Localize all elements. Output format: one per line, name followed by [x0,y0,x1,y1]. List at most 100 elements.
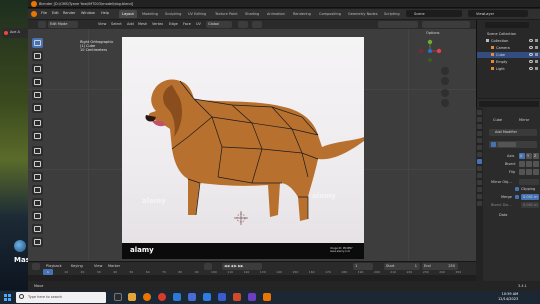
outliner-item[interactable]: Collection [477,38,540,44]
desktop-window-tab[interactable]: Ace A [2,28,28,38]
render-camera-icon[interactable] [535,67,538,70]
task-view-icon[interactable] [114,293,122,301]
tab-modeling[interactable]: Modeling [139,10,161,18]
outliner-search-input[interactable] [485,22,529,28]
edge-icon[interactable] [173,293,181,301]
menu-edit[interactable]: Edit [52,11,59,15]
camera-view-icon[interactable] [441,89,449,97]
blender-open-icon[interactable] [263,293,271,301]
menu-face[interactable]: Face [183,22,191,26]
properties-search-input[interactable] [479,101,539,107]
menu-mesh[interactable]: Mesh [138,22,147,26]
start-frame-field[interactable]: Start 1 [384,263,420,270]
tab-animation[interactable]: Animation [264,10,288,18]
menu-uv[interactable]: UV [196,22,201,26]
3d-cursor-icon[interactable] [234,211,248,225]
tab-uv-editing[interactable]: UV Editing [185,10,209,18]
scene-selector[interactable]: Scene [406,10,462,17]
render-camera-icon[interactable] [535,53,538,56]
cursor-tool[interactable] [32,51,43,61]
modifier-tab-icon[interactable] [477,159,482,164]
menu-file[interactable]: File [41,11,47,15]
render-camera-icon[interactable] [535,39,538,42]
navigation-gizmo[interactable] [418,39,442,63]
merge-checkbox[interactable] [515,195,519,199]
particles-tab-icon[interactable] [477,166,482,171]
transform-tool[interactable] [32,103,43,113]
tool-tab-icon[interactable] [477,110,482,115]
inset-tool[interactable] [32,172,43,182]
taskbar-search-input[interactable]: Type here to search [16,292,106,303]
3d-viewport[interactable]: alamy alamy alamy Image ID: PR4PNY www.a… [28,29,476,261]
bisect-z-toggle[interactable] [533,161,539,167]
end-frame-field[interactable]: End 250 [422,263,458,270]
menu-view[interactable]: View [98,22,106,26]
overlay-buttons[interactable] [378,21,418,28]
menu-select[interactable]: Select [111,22,122,26]
menu-help[interactable]: Help [101,11,109,15]
view-layer-tab-icon[interactable] [477,131,482,136]
menu-keying[interactable]: Keying [71,264,83,268]
zoom-icon[interactable] [441,67,449,75]
menu-add[interactable]: Add [127,22,134,26]
object-tab-icon[interactable] [477,152,482,157]
menu-view-timeline[interactable]: View [94,264,102,268]
outliner-item[interactable]: Empty [477,59,540,65]
editor-type-button[interactable] [38,21,46,28]
outliner-item[interactable]: Cube [477,52,540,58]
visibility-eye-icon[interactable] [529,39,533,42]
scene-tab-icon[interactable] [477,138,482,143]
tab-rendering[interactable]: Rendering [290,10,314,18]
outliner-item[interactable]: Light [477,66,540,72]
tab-compositing[interactable]: Compositing [316,10,344,18]
visibility-eye-icon[interactable] [529,67,533,70]
powerpoint-icon[interactable] [233,293,241,301]
render-camera-icon[interactable] [535,60,538,63]
knife-tool[interactable] [32,211,43,221]
select-box-tool[interactable] [32,38,43,48]
rotate-tool[interactable] [32,77,43,87]
menu-render[interactable]: Render [63,11,75,15]
mirror-object-field[interactable] [519,179,539,185]
menu-vertex[interactable]: Vertex [152,22,163,26]
pan-hand-icon[interactable] [441,77,449,85]
modifier-name-field[interactable] [498,142,516,147]
app-icon[interactable] [248,293,256,301]
modifier-panel-header[interactable] [489,141,537,148]
playhead[interactable]: 1 [43,269,53,275]
output-tab-icon[interactable] [477,124,482,129]
timeline-editor-type[interactable] [32,263,40,270]
file-explorer-icon[interactable] [128,293,136,301]
flip-x-toggle[interactable] [519,169,525,175]
visibility-eye-icon[interactable] [529,60,533,63]
poly-build-tool[interactable] [32,224,43,234]
axis-z-toggle[interactable]: Z [533,153,539,159]
tab-layout[interactable]: Layout [119,10,137,18]
axis-y-toggle[interactable]: Y [526,153,532,159]
render-camera-icon[interactable] [535,46,538,49]
view-layer-selector[interactable]: ViewLayer [468,10,528,17]
record-button[interactable] [204,263,212,270]
mode-dropdown[interactable]: Edit Mode [48,21,78,28]
spin-tool[interactable] [32,237,43,247]
flip-y-toggle[interactable] [526,169,532,175]
tab-geometry-nodes[interactable]: Geometry Nodes [345,10,381,18]
bisect-distance-field[interactable]: 0.001 m [521,202,539,208]
data-subpanel[interactable]: Data [499,213,507,217]
add-cube-tool[interactable] [32,146,43,156]
orientation-dropdown[interactable]: Global [206,21,232,28]
snap-toggle[interactable] [238,21,248,28]
playback-controls[interactable]: ◀◀ ◀ ▶ ▶▶ [222,263,262,270]
move-tool[interactable] [32,64,43,74]
shading-buttons[interactable] [422,21,470,28]
flip-z-toggle[interactable] [533,169,539,175]
measure-tool[interactable] [32,131,43,141]
add-modifier-button[interactable]: Add Modifier [489,129,537,136]
render-tab-icon[interactable] [477,117,482,122]
physics-tab-icon[interactable] [477,173,482,178]
menu-window[interactable]: Window [81,11,95,15]
chrome-icon[interactable] [158,293,166,301]
teams-icon[interactable] [188,293,196,301]
texture-tab-icon[interactable] [477,201,482,206]
tab-scripting[interactable]: Scripting [381,10,403,18]
